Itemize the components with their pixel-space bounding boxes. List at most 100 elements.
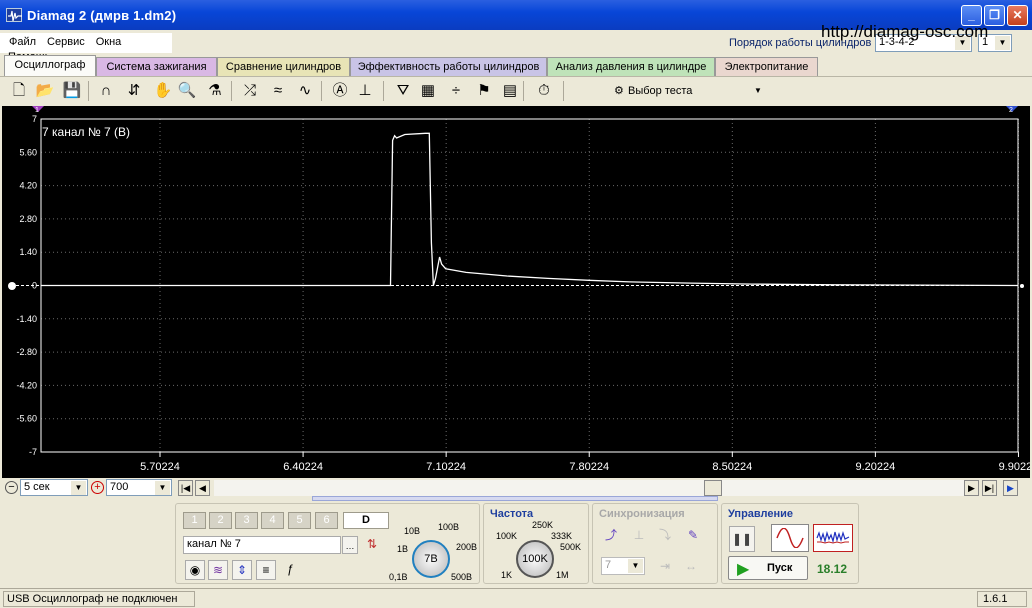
time-scrollbar[interactable] [214,480,964,496]
function-icon[interactable]: ƒ [280,560,300,580]
test-select[interactable]: ⚙ Выбор теста ▼ [614,81,772,101]
chevron-down-icon: ▼ [995,36,1010,50]
site-url: http://diamag-osc.com [821,22,989,41]
y-tick-label: -5.60 [16,414,37,424]
close-button[interactable]: ✕ [1007,5,1028,26]
zoom-value: 700 [110,481,129,493]
channel-config-icon[interactable]: ⇅ [362,535,382,555]
tab-cylinder-efficiency[interactable]: Эффективность работы цилиндров [350,57,547,77]
note-icon[interactable]: ▤ [500,81,520,101]
tab-ignition[interactable]: Система зажигания [96,57,217,77]
sine-mode-button[interactable] [771,524,809,552]
menu-file[interactable]: Файл [0,33,39,48]
zoom-in-icon[interactable]: + [91,481,104,494]
tab-cylinder-pressure[interactable]: Анализ давления в цилиндре [547,57,715,77]
zoom-select[interactable]: 700 ▼ [106,479,172,496]
menu-windows[interactable]: Окна [88,33,125,48]
menu-bar: ФайлСервисОкнаПомощь [0,33,172,63]
zero-icon[interactable]: ⊥ [355,81,375,101]
channel-6-button[interactable]: 6 [315,512,338,529]
channel-name-more-button[interactable]: … [342,536,358,554]
chevron-down-icon: ▼ [754,86,762,95]
cursor-marker-left[interactable]: 1 [32,106,44,114]
tab-oscilloscope[interactable]: Осциллограф [4,55,96,77]
freq-label-100k: 100K [496,531,518,541]
zoom-out-icon[interactable]: − [5,481,18,494]
new-icon[interactable]: 🗋 [9,81,29,101]
channel-name-field[interactable]: канал № 7 [183,536,341,554]
auto-icon[interactable]: Ⓐ [330,81,350,101]
probe-icon[interactable]: ⚗ [205,81,225,101]
filter-icon[interactable]: ≈ [268,81,288,101]
pause-icon[interactable]: ❚❚ [729,526,755,552]
sine-icon [776,527,804,549]
save-icon[interactable]: 💾 [62,81,82,101]
invert-icon[interactable]: ⤮ [240,81,260,101]
y-tick-label: -4.20 [16,380,37,390]
tab-cylinder-compare[interactable]: Сравнение цилиндров [217,57,350,77]
overlay-icon[interactable]: ∿ [295,81,315,101]
time-base-select[interactable]: 5 сек ▼ [20,479,88,496]
zoom-icon[interactable]: 🔍 [177,81,197,101]
flag-icon[interactable]: ⚑ [474,81,494,101]
channel-icon[interactable]: ⛛ [393,81,413,101]
sync-rising-icon[interactable]: ⤴ [601,526,621,546]
scroll-last-button[interactable]: ▶| [982,480,997,496]
channel-4-button[interactable]: 4 [261,512,284,529]
tab-power-supply[interactable]: Электропитание [715,57,818,77]
marker-icon[interactable]: ∩ [96,81,116,101]
noise-mode-button[interactable] [813,524,853,552]
toolbar-separator [563,81,564,101]
play-scroll-button[interactable]: ▶ [1003,480,1018,496]
scroll-left-button[interactable]: ◀ [195,480,210,496]
scroll-first-button[interactable]: |◀ [178,480,193,496]
chevron-down-icon: ▼ [155,481,170,495]
channel-5-button[interactable]: 5 [288,512,311,529]
zero-level-marker-right[interactable] [1020,284,1024,288]
line-style-icon[interactable]: ≡ [256,560,276,580]
invert-icon[interactable]: ⇕ [232,560,252,580]
x-tick-label: 5.70224 [140,461,180,473]
control-group: Управление ❚❚ ▶ Пуск 18.12 [721,503,859,584]
grid-icon[interactable]: ▦ [418,81,438,101]
sync-level-icon[interactable]: ⊥ [629,526,649,546]
sync-falling-icon[interactable]: ⤵ [655,526,675,546]
volt-label-10v: 10В [404,526,421,536]
status-bar: USB Осциллограф не подключен 1.6.1 [0,588,1032,608]
control-panel: 1 2 3 4 5 6 D канал № 7 … ⇅ ◉ ≋ ⇕ ≡ ƒ 10… [175,500,860,585]
scroll-right-button[interactable]: ▶ [964,480,979,496]
waveform-style-icon[interactable]: ≋ [208,560,228,580]
channel-d-button[interactable]: D [343,512,389,529]
sync-channel-select[interactable]: 7 ▼ [601,557,645,575]
oscilloscope-display[interactable]: 9.90224 9.20224 8.50224 7.80224 7.10224 6.402… [2,106,1030,478]
split-icon[interactable]: ÷ [446,81,466,101]
oscilloscope-plot[interactable]: 9.90224 9.20224 8.50224 7.80224 7.10224 6.402… [2,106,1030,478]
sync-channel-value: 7 [605,559,612,571]
eye-icon[interactable]: ◉ [185,560,205,580]
hand-icon[interactable]: ✋ [153,81,173,101]
volt-knob[interactable]: 7В [412,540,450,578]
noise-icon [816,530,850,544]
cursor-icon[interactable]: ⇵ [124,81,144,101]
channel-label: 7 канал № 7 (В) [42,125,130,139]
channel-3-button[interactable]: 3 [235,512,258,529]
menu-service[interactable]: Сервис [39,33,88,48]
start-button[interactable]: ▶ Пуск [728,556,808,580]
channel-2-button[interactable]: 2 [209,512,232,529]
channel-name-value: канал № 7 [187,538,241,550]
scroll-thumb[interactable] [704,480,722,496]
sync-group: Синхронизация ⤴ ⊥ ⤵ ✎ 7 ▼ ⇥ ↔ [592,503,718,584]
y-tick-label: -1.40 [16,314,37,324]
channel-1-button[interactable]: 1 [183,512,206,529]
zero-level-marker-left[interactable] [8,282,16,290]
open-icon[interactable]: 📂 [35,81,55,101]
frequency-knob[interactable]: 100K [516,540,554,578]
y-tick-label: -2.80 [16,347,37,357]
x-tick-label: 7.10224 [426,461,466,473]
cursor-marker-right[interactable]: 2 [1006,106,1018,114]
sync-center-icon[interactable]: ↔ [681,557,701,577]
sync-position-icon[interactable]: ⇥ [655,557,675,577]
sync-auto-icon[interactable]: ✎ [683,526,703,546]
auto-sync-icon[interactable]: ⏱ [534,81,554,101]
frequency-knob-value: 100K [522,553,548,565]
